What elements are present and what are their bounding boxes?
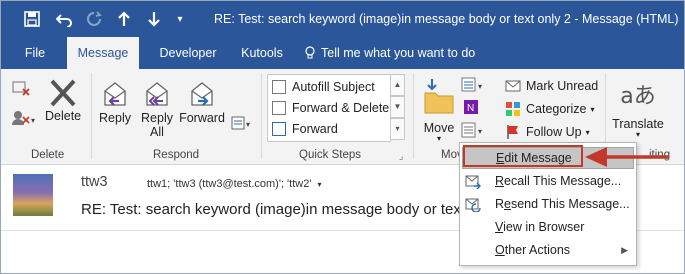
group-separator xyxy=(261,73,262,159)
window-title: RE: Test: search keyword (image)in messa… xyxy=(214,12,679,26)
more-icon[interactable]: ▾ xyxy=(391,118,405,140)
menu-item-label: Other Actions xyxy=(495,243,571,257)
categorize-button[interactable]: Categorize ▾ xyxy=(505,98,594,120)
reply-all-button[interactable]: Reply All xyxy=(139,77,175,139)
menu-item-recall-message[interactable]: Recall This Message... xyxy=(462,170,634,192)
ignore-icon[interactable] xyxy=(11,79,31,100)
arrow-down-icon[interactable] xyxy=(143,1,165,37)
svg-text:N: N xyxy=(467,103,474,114)
group-label-delete: Delete xyxy=(31,149,65,161)
envelope-icon xyxy=(505,78,521,94)
more-respond-icon[interactable]: ▾ xyxy=(231,115,255,134)
mark-unread-button[interactable]: Mark Unread xyxy=(505,75,598,97)
quick-steps-scroll[interactable]: ▲ ▼ ▾ xyxy=(391,74,405,142)
svg-text:▾: ▾ xyxy=(478,82,482,91)
outlook-message-window: ▾ RE: Test: search keyword (image)in mes… xyxy=(0,0,685,274)
group-label-respond: Respond xyxy=(153,149,200,161)
translate-button[interactable]: aあ Translate ▾ xyxy=(609,77,667,139)
delete-button[interactable]: Delete xyxy=(45,77,81,123)
reply-button[interactable]: Reply xyxy=(97,77,133,125)
title-bar: ▾ RE: Test: search keyword (image)in mes… xyxy=(1,1,684,37)
move-button[interactable]: Move ▾ xyxy=(419,77,459,143)
tell-me-box[interactable]: Tell me what you want to do xyxy=(301,37,491,69)
chevron-down-icon: ▾ xyxy=(635,130,640,139)
group-separator xyxy=(413,73,414,159)
quick-step-autofill-subject[interactable]: Autofill Subject xyxy=(272,77,375,97)
scroll-up-icon[interactable]: ▲ xyxy=(391,74,405,96)
submenu-arrow-icon: ▶ xyxy=(621,244,628,255)
svg-text:▾: ▾ xyxy=(478,127,482,136)
forward-icon xyxy=(272,122,286,136)
categorize-icon xyxy=(505,101,521,117)
save-icon[interactable] xyxy=(21,1,43,37)
lightbulb-icon xyxy=(305,46,315,60)
folder-icon xyxy=(419,77,459,121)
reply-all-icon xyxy=(139,77,175,111)
actions-icon[interactable]: ▾ xyxy=(461,121,489,142)
menu-item-view-in-browser[interactable]: View in Browser xyxy=(462,216,634,238)
quick-step-icon xyxy=(272,101,286,115)
ribbon-tabs: File Message Developer Kutools Tell me w… xyxy=(1,37,684,69)
quick-step-forward[interactable]: Forward xyxy=(272,119,338,139)
sender-name[interactable]: ttw3 xyxy=(81,174,108,190)
forward-icon xyxy=(179,77,225,111)
menu-item-label: Resend This Message... xyxy=(495,197,630,211)
pointer-arrow-icon xyxy=(585,147,669,167)
translate-icon: aあ xyxy=(620,84,656,109)
group-separator xyxy=(91,73,92,159)
browser-icon xyxy=(465,219,481,235)
menu-item-other-actions[interactable]: Other Actions ▶ xyxy=(462,239,634,261)
tab-kutools[interactable]: Kutools xyxy=(229,37,295,69)
rules-icon[interactable]: ▾ xyxy=(461,77,489,96)
chevron-down-icon[interactable]: ▾ xyxy=(171,1,189,37)
dialog-launcher-icon[interactable]: ⌟ xyxy=(399,151,403,162)
quick-steps-gallery: Autofill Subject Forward & Delete Forwar… xyxy=(267,74,391,142)
scroll-down-icon[interactable]: ▼ xyxy=(391,96,405,118)
menu-item-label: Recall This Message... xyxy=(495,174,622,188)
quick-step-icon xyxy=(272,80,286,94)
chevron-down-icon: ▾ xyxy=(585,127,590,137)
tab-message[interactable]: Message xyxy=(67,37,139,69)
other-actions-icon xyxy=(465,242,481,258)
chevron-down-icon: ▾ xyxy=(436,134,441,143)
reply-icon xyxy=(97,77,133,111)
recall-icon xyxy=(465,173,481,190)
tab-developer[interactable]: Developer xyxy=(149,37,227,69)
delete-icon xyxy=(45,77,81,109)
menu-item-resend-message[interactable]: Resend This Message... xyxy=(462,193,634,215)
recipients-line[interactable]: ttw1; 'ttw3 (ttw3@test.com)'; 'ttw2' ▾ xyxy=(147,178,322,190)
redo-icon[interactable] xyxy=(83,1,105,37)
follow-up-button[interactable]: Follow Up ▾ xyxy=(505,121,590,143)
highlight-box xyxy=(463,145,583,167)
arrow-up-icon[interactable] xyxy=(113,1,135,37)
svg-text:▾: ▾ xyxy=(246,120,250,129)
flag-icon xyxy=(505,124,521,140)
resend-icon xyxy=(465,196,481,213)
chevron-down-icon: ▾ xyxy=(317,180,322,189)
junk-icon[interactable]: ▾ xyxy=(11,109,37,130)
tell-me-text: Tell me what you want to do xyxy=(321,46,476,60)
undo-icon[interactable] xyxy=(53,1,75,37)
message-subject: RE: Test: search keyword (image)in messa… xyxy=(81,201,461,218)
forward-button[interactable]: Forward xyxy=(179,77,225,125)
onenote-icon[interactable]: N xyxy=(463,99,479,118)
group-label-quick-steps: Quick Steps xyxy=(299,149,361,161)
menu-item-label: View in Browser xyxy=(495,220,585,234)
svg-text:▾: ▾ xyxy=(31,116,35,125)
avatar xyxy=(13,174,53,216)
quick-step-forward-delete[interactable]: Forward & Delete xyxy=(272,98,389,118)
tab-file[interactable]: File xyxy=(15,37,55,69)
chevron-down-icon: ▾ xyxy=(590,104,595,114)
